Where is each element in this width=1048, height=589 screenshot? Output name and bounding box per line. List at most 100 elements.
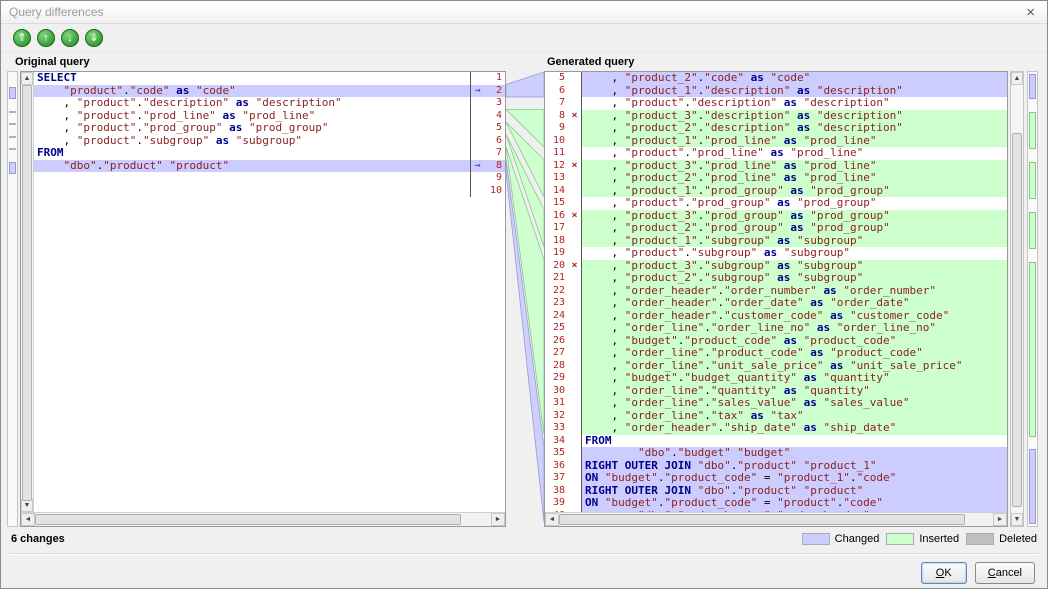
legend-label: Inserted	[919, 533, 959, 545]
scroll-right-icon[interactable]: ►	[491, 513, 505, 526]
code-text: , "product_2"."description" as "descript…	[581, 122, 1007, 135]
scroll-left-icon[interactable]: ◄	[545, 513, 559, 526]
line-number: 29	[545, 372, 568, 385]
scroll-left-icon[interactable]: ◄	[21, 513, 35, 526]
code-line: 35 "dbo"."budget" "budget"	[545, 447, 1007, 460]
code-line: FROM 7	[34, 147, 505, 160]
code-text: FROM	[34, 147, 470, 160]
diff-area: ▲ ▼ SELECT1 "product"."code" as "code"→2…	[7, 71, 1041, 527]
code-text: SELECT	[34, 72, 470, 85]
scroll-up-icon[interactable]: ▲	[1011, 72, 1023, 85]
code-text: , "product"."prod_line" as "prod_line"	[34, 110, 470, 123]
line-number: 2	[484, 85, 505, 98]
code-line: 23 , "order_header"."order_date" as "ord…	[545, 297, 1007, 310]
cancel-button[interactable]: Cancel	[975, 562, 1035, 584]
line-number: 40	[545, 510, 568, 513]
marker-slot	[568, 310, 581, 323]
scrollbar-track[interactable]	[21, 85, 33, 499]
title-bar[interactable]: Query differences ×	[1, 1, 1047, 24]
scroll-right-icon[interactable]: ►	[993, 513, 1007, 526]
overview-dash[interactable]	[9, 148, 16, 150]
overview-dash[interactable]	[9, 136, 16, 138]
scrollbar-thumb[interactable]	[559, 514, 965, 525]
left-horizontal-scrollbar[interactable]: ◄ ►	[21, 512, 505, 526]
overview-mark[interactable]	[1029, 449, 1036, 524]
marker-slot	[470, 110, 484, 123]
scroll-up-icon[interactable]: ▲	[21, 72, 33, 85]
scrollbar-thumb[interactable]	[1012, 133, 1022, 507]
overview-mark[interactable]	[1029, 112, 1036, 150]
generated-query-code-area[interactable]: 5 , "product_2"."code" as "code"6 , "pro…	[545, 72, 1007, 512]
code-line: 10	[34, 185, 505, 198]
code-text: , "budget"."product_code" as "product_co…	[581, 335, 1007, 348]
code-line: 19 , "product"."subgroup" as "subgroup"	[545, 247, 1007, 260]
right-overview-ruler[interactable]	[1027, 71, 1038, 527]
ok-button[interactable]: OK	[921, 562, 967, 584]
change-arrow-icon[interactable]: →	[470, 85, 484, 98]
code-text: , "product_1"."prod_group" as "prod_grou…	[581, 185, 1007, 198]
overview-mark[interactable]	[1029, 262, 1036, 437]
line-number: 17	[545, 222, 568, 235]
previous-difference-button[interactable]: ↑	[37, 29, 55, 47]
left-vertical-scrollbar[interactable]: ▲ ▼	[21, 72, 34, 512]
next-difference-button[interactable]: ↓	[61, 29, 79, 47]
line-number: 8	[545, 110, 568, 123]
right-horizontal-scrollbar[interactable]: ◄ ►	[545, 512, 1007, 526]
scrollbar-track[interactable]	[35, 513, 491, 526]
code-text: ON "budget"."product_code" = "product"."…	[581, 497, 1007, 510]
code-text: , "product"."prod_line" as "prod_line"	[581, 147, 1007, 160]
overview-mark[interactable]	[1029, 212, 1036, 250]
last-difference-button[interactable]: ⇓	[85, 29, 103, 47]
marker-slot	[568, 272, 581, 285]
marker-slot	[568, 347, 581, 360]
overview-dash[interactable]	[9, 111, 16, 113]
code-text: , "order_header"."order_date" as "order_…	[581, 297, 1007, 310]
code-line: 36 RIGHT OUTER JOIN "dbo"."product" "prod…	[545, 460, 1007, 473]
deleted-color-swatch	[966, 533, 994, 545]
overview-dash[interactable]	[9, 123, 16, 125]
line-number: 5	[484, 122, 505, 135]
overview-mark[interactable]	[1029, 74, 1036, 99]
overview-mark[interactable]	[9, 87, 16, 100]
original-query-pane: ▲ ▼ SELECT1 "product"."code" as "code"→2…	[20, 71, 506, 527]
line-number: 6	[484, 135, 505, 148]
right-vertical-scrollbar[interactable]: ▲ ▼	[1010, 71, 1024, 527]
overview-mark[interactable]	[9, 162, 16, 175]
first-difference-button[interactable]: ⇑	[13, 29, 31, 47]
scrollbar-thumb[interactable]	[22, 85, 32, 501]
scrollbar-track[interactable]	[559, 513, 993, 526]
code-text: RIGHT OUTER JOIN "dbo"."product" "produc…	[581, 460, 1007, 473]
legend-item-deleted: Deleted	[966, 533, 1037, 545]
change-arrow-icon[interactable]: →	[470, 160, 484, 173]
code-text: , "product_2"."prod_group" as "prod_grou…	[581, 222, 1007, 235]
scrollbar-thumb[interactable]	[35, 514, 461, 525]
original-query-label: Original query	[15, 56, 90, 68]
scrollbar-track[interactable]	[1011, 85, 1023, 513]
line-number: 8	[484, 160, 505, 173]
line-number: 34	[545, 435, 568, 448]
code-text: FROM	[581, 435, 1007, 448]
code-text: , "order_header"."customer_code" as "cus…	[581, 310, 1007, 323]
code-text: "product"."code" as "code"	[34, 85, 470, 98]
line-number: 20	[545, 260, 568, 273]
original-query-code-area[interactable]: SELECT1 "product"."code" as "code"→2 , "…	[34, 72, 505, 512]
close-icon[interactable]: ×	[1022, 5, 1039, 20]
diff-connector-canvas	[506, 71, 544, 527]
scroll-down-icon[interactable]: ▼	[1011, 513, 1023, 526]
discard-change-icon[interactable]: ×	[568, 110, 581, 123]
toolbar: ⇑ ↑ ↓ ⇓	[1, 24, 1047, 53]
line-number: 7	[484, 147, 505, 160]
line-number: 36	[545, 460, 568, 473]
discard-change-icon[interactable]: ×	[568, 210, 581, 223]
overview-mark[interactable]	[1029, 162, 1036, 200]
line-number: 18	[545, 235, 568, 248]
discard-change-icon[interactable]: ×	[568, 260, 581, 273]
discard-change-icon[interactable]: ×	[568, 160, 581, 173]
left-overview-ruler[interactable]	[7, 71, 18, 527]
line-number: 9	[484, 172, 505, 185]
changes-count: 6 changes	[11, 533, 65, 545]
code-line: 5 , "product_2"."code" as "code"	[545, 72, 1007, 85]
code-text: , "product"."subgroup" as "subgroup"	[581, 247, 1007, 260]
code-text: , "product"."prod_group" as "prod_group"	[581, 197, 1007, 210]
line-number: 10	[545, 135, 568, 148]
